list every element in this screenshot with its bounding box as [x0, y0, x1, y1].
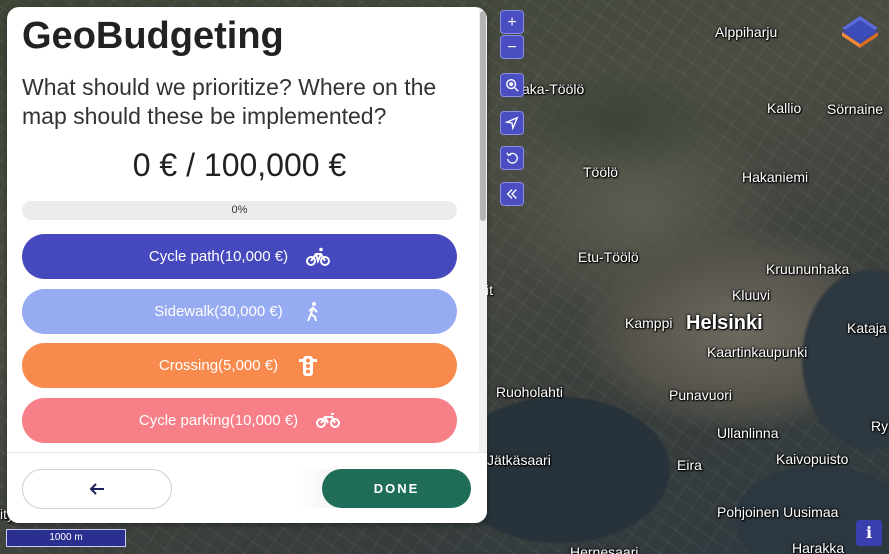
option-label: Cycle parking(10,000 €) [138, 412, 299, 429]
place-label: aka-Töölö [522, 81, 585, 97]
scale-label: 1000 m [49, 532, 83, 543]
option-cycle-path-button[interactable]: Cycle path(10,000 €) [22, 234, 457, 279]
info-button[interactable]: i [856, 520, 882, 546]
traffic-light-icon [299, 355, 318, 376]
scale-bar: 1000 m [6, 529, 126, 547]
place-label: Eira [677, 457, 702, 473]
reset-icon [506, 152, 518, 164]
back-button[interactable] [22, 469, 172, 509]
done-button[interactable]: DONE [322, 469, 471, 508]
zoom-out-icon: − [507, 39, 517, 56]
budget-panel: GeoBudgeting What should we prioritize? … [7, 7, 487, 523]
option-sidewalk-button[interactable]: Sidewalk(30,000 €) [22, 289, 457, 334]
locate-icon [504, 116, 519, 131]
budget-total: 0 € / 100,000 € [132, 147, 347, 183]
place-label: Kamppi [625, 315, 673, 331]
place-label: Ry [871, 418, 889, 434]
pedestrian-icon [306, 301, 318, 321]
place-label: Harakka [792, 540, 845, 554]
panel-footer: DONE [7, 452, 487, 523]
option-label: Sidewalk(30,000 €) [154, 303, 283, 320]
info-icon: i [865, 523, 873, 542]
bicycle-icon [306, 247, 331, 266]
locate-button[interactable] [500, 111, 524, 135]
place-label: Kallio [767, 100, 802, 116]
reset-button[interactable] [500, 146, 524, 170]
collapse-panel-button[interactable] [500, 182, 524, 206]
city-label: Helsinki [686, 312, 763, 334]
place-label: Hernesaari [570, 544, 639, 554]
search-location-button[interactable] [500, 73, 524, 97]
layers-button[interactable] [838, 10, 882, 50]
progress-label: 0% [231, 204, 248, 216]
place-label: Etu-Töölö [578, 249, 639, 265]
place-label: Alppiharju [715, 24, 778, 40]
option-label: Crossing(5,000 €) [158, 357, 279, 374]
arrow-left-icon [89, 483, 104, 495]
panel-content[interactable]: GeoBudgeting What should we prioritize? … [7, 7, 479, 452]
place-label: Kataja [847, 320, 887, 336]
app-title: GeoBudgeting [22, 15, 284, 57]
place-label: Kaivopuisto [776, 451, 849, 467]
place-label: Jätkäsaari [487, 452, 551, 468]
place-label: it [486, 282, 493, 298]
question-text: What should we prioritize? Where on the … [22, 74, 437, 129]
option-label: Cycle path(10,000 €) [148, 248, 289, 265]
collapse-icon [506, 189, 517, 199]
place-label: Hakaniemi [742, 169, 809, 185]
search-location-icon [506, 79, 519, 92]
place-label: Ullanlinna [717, 425, 779, 441]
bicycle-parking-icon [316, 412, 341, 428]
place-label: Ruoholahti [496, 384, 563, 400]
budget-progress-bar: 0% [22, 201, 457, 220]
place-label: Kaartinkaupunki [707, 344, 808, 360]
scrollbar-thumb[interactable] [480, 11, 486, 221]
place-label: Pohjoinen Uusimaa [717, 504, 839, 520]
place-label: Sörnaine [827, 101, 884, 117]
option-crossing-button[interactable]: Crossing(5,000 €) [22, 343, 457, 388]
place-label: Punavuori [669, 387, 733, 403]
zoom-in-icon: + [507, 14, 517, 31]
layers-icon [842, 16, 878, 48]
zoom-out-button[interactable]: − [500, 35, 524, 59]
option-cycle-parking-button[interactable]: Cycle parking(10,000 €) [22, 398, 457, 443]
panel-scrollbar[interactable] [479, 7, 487, 452]
place-label: Kruununhaka [766, 261, 850, 277]
zoom-in-button[interactable]: + [500, 10, 524, 34]
place-label: Töölö [583, 164, 619, 180]
place-label: Kluuvi [732, 287, 771, 303]
